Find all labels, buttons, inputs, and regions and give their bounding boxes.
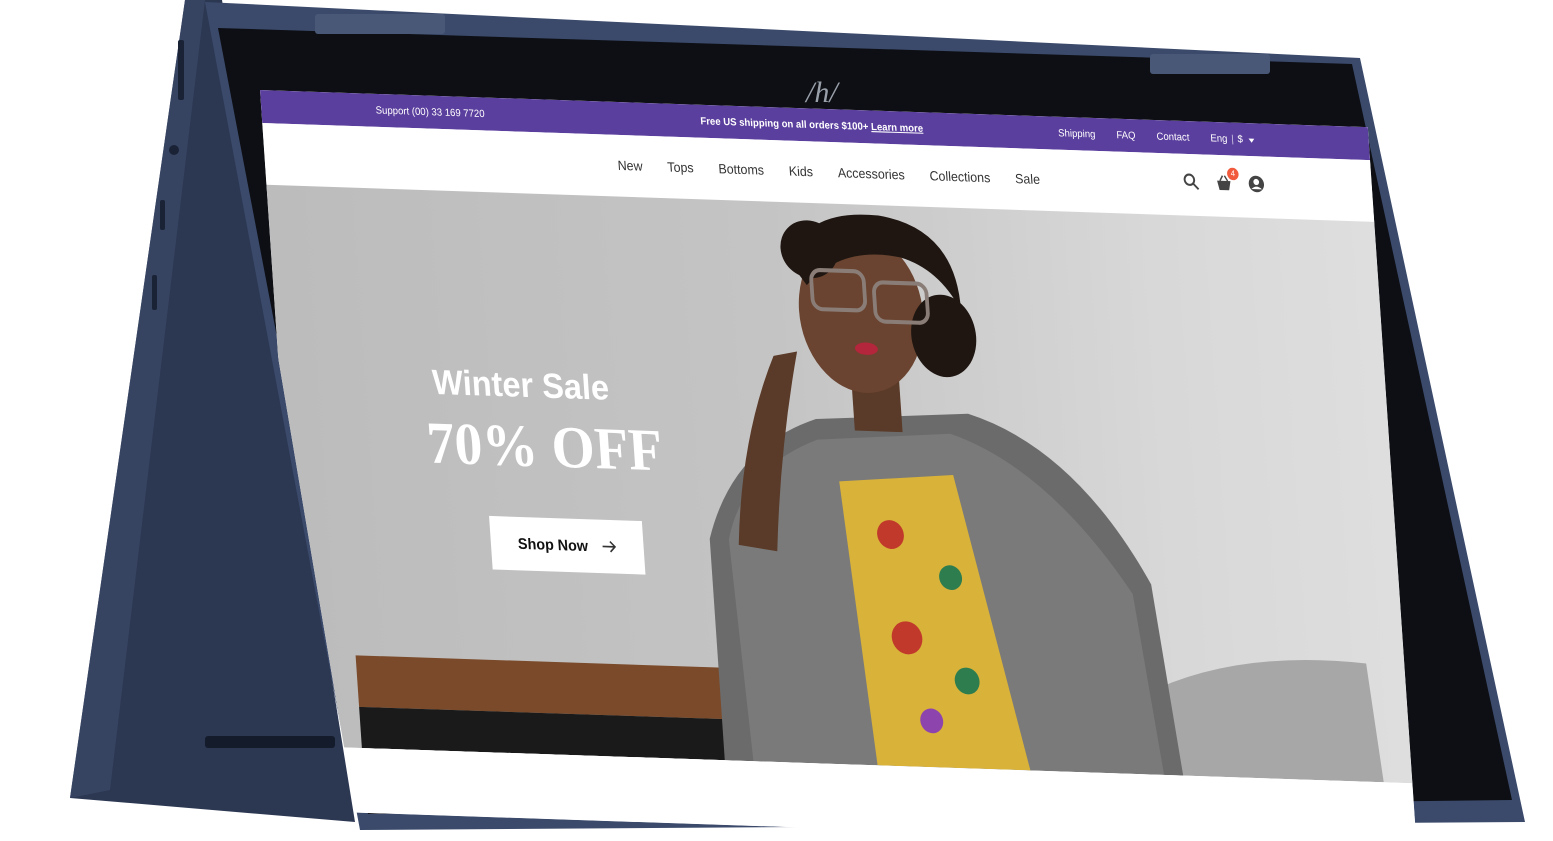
arrow-right-icon [602,540,616,553]
nav-actions: 4 [1182,167,1268,195]
nav-item-collections[interactable]: Collections [929,168,991,185]
separator: | [1230,133,1235,146]
nav-item-kids[interactable]: Kids [788,163,813,179]
language-currency-selector[interactable]: Eng | $ [1210,133,1255,146]
screen: Support (00) 33 169 7720 Free US shippin… [221,22,1536,830]
user-circle-icon [1248,175,1265,193]
shipping-promo: Free US shipping on all orders $100+ Lea… [700,116,923,135]
laptop-hinge-slot [205,736,335,748]
nav-item-accessories[interactable]: Accessories [837,165,905,183]
contact-link[interactable]: Contact [1156,131,1190,143]
nav-item-bottoms[interactable]: Bottoms [718,161,765,178]
laptop-port [169,145,179,155]
faq-link[interactable]: FAQ [1116,130,1136,142]
nav-item-sale[interactable]: Sale [1015,171,1041,187]
language-label: Eng [1210,133,1228,146]
learn-more-link[interactable]: Learn more [871,122,924,135]
currency-label: $ [1237,134,1244,146]
laptop-port [178,40,184,100]
search-icon [1183,173,1200,190]
hero-model-photo [355,214,1384,783]
hero-title: Winter Sale [431,362,611,408]
support-phone[interactable]: Support (00) 33 169 7720 [375,105,485,120]
account-button[interactable] [1247,174,1268,195]
hero-banner: Winter Sale 70% OFF Shop Now [266,184,1413,784]
laptop-port [152,275,157,310]
nav-item-tops[interactable]: Tops [667,159,694,175]
promo-text: Free US shipping on all orders $100+ [700,116,869,134]
store-website: Support (00) 33 169 7720 Free US shippin… [260,90,1417,830]
shipping-link[interactable]: Shipping [1058,128,1096,141]
hero-discount: 70% OFF [424,408,665,484]
shop-now-label: Shop Now [517,534,589,555]
cart-count-badge: 4 [1226,167,1239,181]
shop-now-button[interactable]: Shop Now [489,515,646,575]
nav-item-new[interactable]: New [617,157,643,173]
chevron-down-icon [1248,138,1255,143]
cart-button[interactable]: 4 [1215,167,1239,194]
search-button[interactable] [1182,172,1203,193]
nav-menu: New Tops Bottoms Kids Accessories Collec… [617,157,1040,187]
laptop-port [160,200,165,230]
utility-links: Shipping FAQ Contact Eng | $ [1058,128,1255,146]
